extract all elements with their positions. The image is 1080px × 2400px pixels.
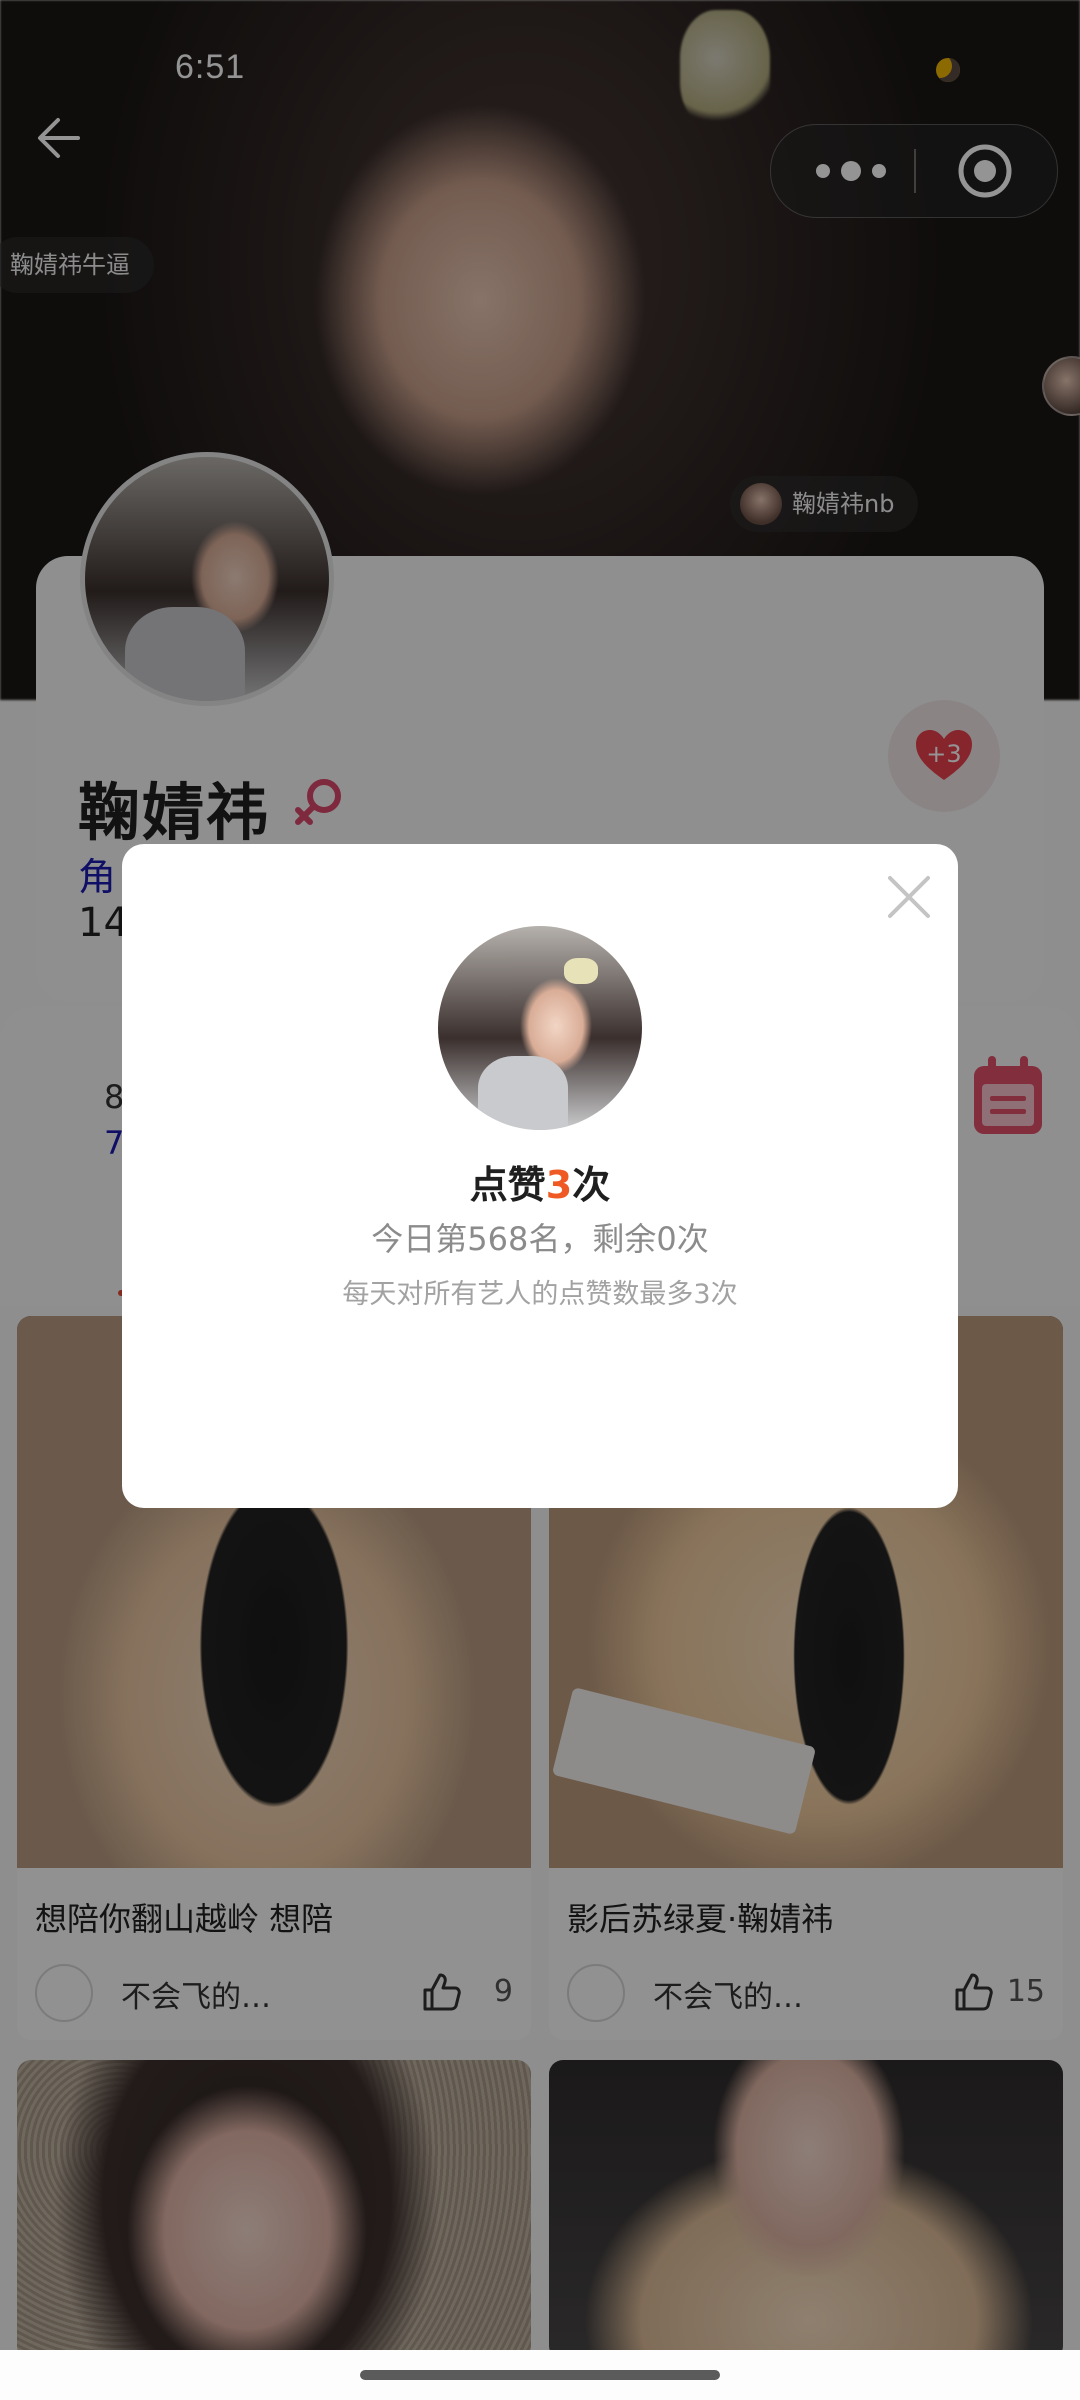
like-times: 3: [545, 1163, 573, 1207]
title-prefix: 点赞: [469, 1163, 546, 1207]
dialog-avatar: [438, 926, 642, 1130]
app-screen: 6:51 鞠婧祎牛逼 鞠婧祎nb 鞠婧祎 角 14 +3 8 7 想陪你翻山越岭…: [0, 0, 1080, 2400]
close-button[interactable]: [884, 872, 934, 922]
like-result-dialog: 点赞3次 今日第568名，剩余0次 每天对所有艺人的点赞数最多3次: [122, 844, 958, 1508]
close-icon: [888, 876, 930, 918]
dialog-rank-text: 今日第568名，剩余0次: [371, 1220, 709, 1258]
title-suffix: 次: [572, 1163, 611, 1207]
dialog-note: 每天对所有艺人的点赞数最多3次: [342, 1279, 738, 1310]
home-indicator[interactable]: [360, 2370, 720, 2380]
avatar-hair-clip-detail: [564, 958, 598, 984]
dialog-title: 点赞3次: [122, 1154, 958, 1209]
avatar-sleeve-detail: [478, 1056, 568, 1130]
